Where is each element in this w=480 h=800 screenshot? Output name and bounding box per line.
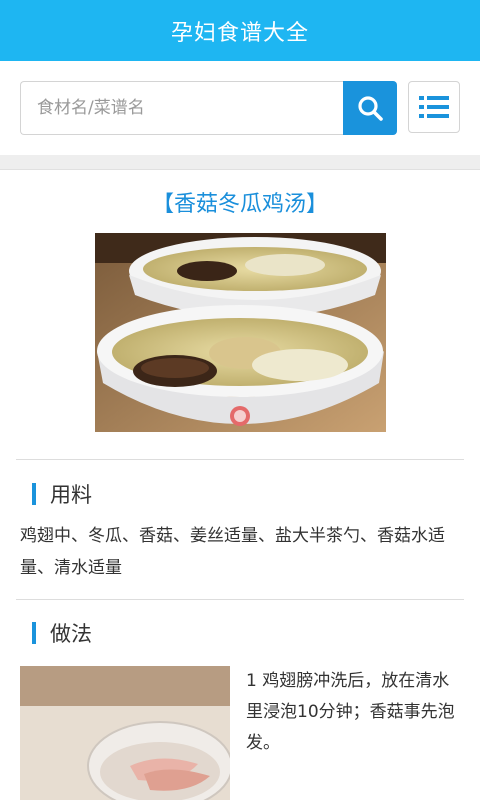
app-title: 孕妇食谱大全	[170, 20, 309, 46]
ingredients-heading-label: 用料	[50, 483, 92, 507]
soup-bowls-image	[95, 233, 386, 432]
method-heading: 做法	[32, 620, 92, 646]
chicken-wings-image	[20, 666, 230, 800]
search-bar	[0, 61, 480, 155]
step-text: 1 鸡翅膀冲洗后，放在清水里浸泡10分钟；香菇事先泡发。	[246, 671, 455, 753]
method-heading-label: 做法	[50, 622, 92, 646]
ingredients-heading: 用料	[32, 481, 92, 507]
search-input[interactable]	[20, 81, 343, 135]
divider	[16, 599, 464, 600]
recipe-title: 【香菇冬瓜鸡汤】	[151, 192, 328, 217]
step-photo	[20, 666, 230, 800]
recipe-photo	[95, 233, 386, 432]
ingredients-text: 鸡翅中、冬瓜、香菇、姜丝适量、盐大半茶勺、香菇水适量、清水适量	[20, 526, 445, 578]
section-gap	[0, 155, 480, 170]
divider	[16, 459, 464, 460]
search-icon	[358, 96, 383, 121]
app-header: 孕妇食谱大全	[0, 0, 480, 61]
section-marker	[32, 622, 36, 644]
section-marker	[32, 483, 36, 505]
menu-button[interactable]	[408, 81, 460, 133]
list-menu-icon	[419, 96, 449, 118]
search-button[interactable]	[343, 81, 397, 135]
